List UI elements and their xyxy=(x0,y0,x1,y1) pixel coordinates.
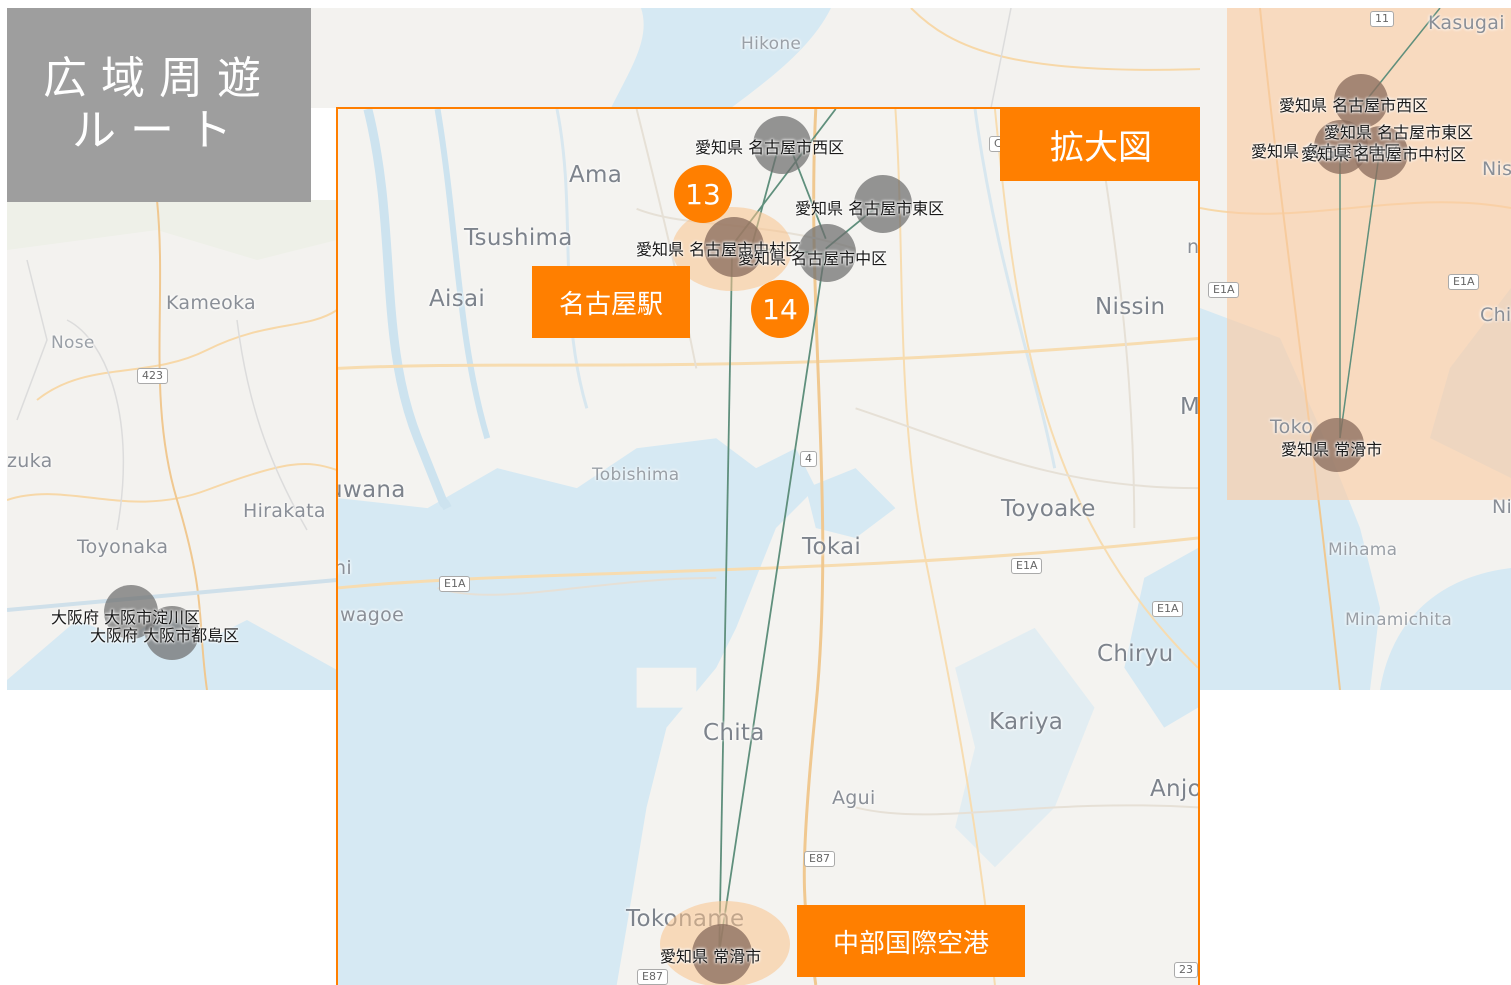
place-label-nis: Nis xyxy=(1482,158,1511,180)
route-title-line1: 広域周遊 xyxy=(43,53,275,104)
road-shield-4: 4 xyxy=(800,451,817,467)
road-shield-e1a: E1A xyxy=(439,576,471,592)
place-label-na: na xyxy=(1187,236,1200,258)
place-label-anjo: Anjo xyxy=(1150,776,1200,802)
step-number-13: 13 xyxy=(674,165,732,223)
left-map-panel[interactable]: Kameoka Nose zuka Toyonaka Hirakata 423 … xyxy=(7,200,337,690)
station-callout: 名古屋駅 xyxy=(532,266,690,338)
road-shield-11: 11 xyxy=(1370,11,1394,27)
place-label-kameoka: Kameoka xyxy=(166,292,257,314)
node-label-nishi: 愛知県 名古屋市西区 xyxy=(695,138,845,157)
node-label-naka: 愛知県 名古屋市中区 xyxy=(738,249,888,268)
place-label-toyonaka: Toyonaka xyxy=(77,536,169,558)
place-label-minamichita: Minamichita xyxy=(1345,610,1453,630)
node-label-miyakojima: 大阪府 大阪市都島区 xyxy=(90,626,240,645)
road-shield-e1a: E1A xyxy=(1208,282,1240,298)
place-label-tsushima: Tsushima xyxy=(464,225,573,251)
road-shield-e1a: E1A xyxy=(1152,601,1184,617)
place-label-hirakata: Hirakata xyxy=(243,500,326,522)
top-map-background xyxy=(311,8,1228,108)
place-label-hi: hi xyxy=(338,557,352,579)
place-label-nissin: Nissin xyxy=(1095,294,1166,320)
place-label-toko: Toko xyxy=(1270,416,1314,438)
place-label-aisai: Aisai xyxy=(429,286,486,312)
place-label-hikone: Hikone xyxy=(741,34,802,54)
place-label-zuka: zuka xyxy=(7,450,53,472)
right-map-panel[interactable]: Kasugai Nis Chi Toko Mihama Minamichita … xyxy=(1200,8,1511,690)
place-label-mihama: Mihama xyxy=(1328,540,1398,560)
node-label-nakamura: 愛知県 名古屋市中村区 xyxy=(1301,145,1467,164)
road-shield-e87: E87 xyxy=(637,969,668,985)
place-label-tobishima: Tobishima xyxy=(592,465,680,485)
road-shield-e87: E87 xyxy=(804,851,835,867)
place-label-agui: Agui xyxy=(832,787,876,809)
place-label-chita: Chita xyxy=(703,720,765,746)
node-label-higashi: 愛知県 名古屋市東区 xyxy=(795,199,945,218)
node-label-nishi: 愛知県 名古屋市西区 xyxy=(1279,96,1429,115)
road-shield-e1a: E1A xyxy=(1011,558,1043,574)
place-label-kasugai: Kasugai xyxy=(1428,12,1505,34)
place-label-chi: Chi xyxy=(1480,304,1511,326)
road-shield-23: 23 xyxy=(1174,962,1198,978)
road-shield-423: 423 xyxy=(137,368,168,384)
step-number-14: 14 xyxy=(751,280,809,338)
zoom-label-badge: 拡大図 xyxy=(1000,109,1198,181)
place-label-nose: Nose xyxy=(51,333,95,353)
airport-callout: 中部国際空港 xyxy=(797,905,1025,977)
road-shield-e1a: E1A xyxy=(1448,274,1480,290)
node-label-tokoname: 愛知県 常滑市 xyxy=(1281,440,1383,459)
place-label-m: M xyxy=(1180,394,1200,420)
place-label-chiryu: Chiryu xyxy=(1097,641,1174,667)
place-label-uwana: uwana xyxy=(338,477,406,503)
route-title-box: 広域周遊 ルート xyxy=(7,8,311,202)
place-label-toyoake: Toyoake xyxy=(1001,496,1096,522)
place-label-kariya: Kariya xyxy=(989,709,1064,735)
route-title-line2: ルート xyxy=(72,105,246,156)
place-label-tokai: Tokai xyxy=(802,534,862,560)
place-label-ama: Ama xyxy=(569,162,623,188)
place-label-ni: Ni xyxy=(1492,496,1511,518)
zoom-map-panel[interactable]: Ama Tsushima Aisai Nissin M uwana hi wag… xyxy=(336,107,1200,985)
node-label-tokoname: 愛知県 常滑市 xyxy=(660,947,762,966)
top-map-panel[interactable]: Hikone xyxy=(311,8,1228,108)
place-label-wagoe: wagoe xyxy=(340,604,405,626)
